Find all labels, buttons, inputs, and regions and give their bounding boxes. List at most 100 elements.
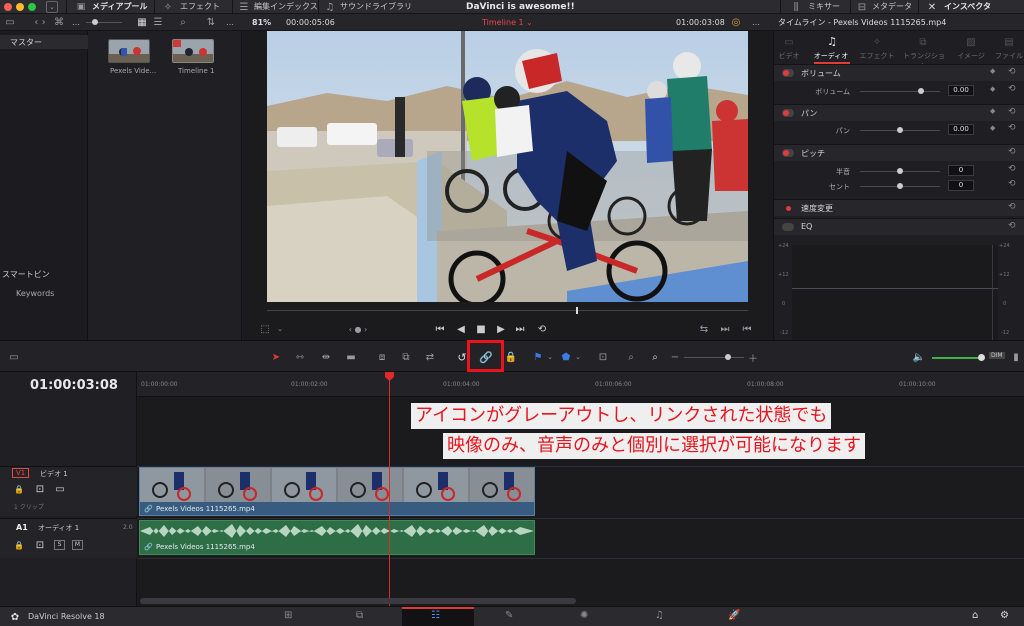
home-icon[interactable]: ⌂ [972, 610, 978, 621]
bin-list-icon[interactable]: ▭ [4, 17, 16, 28]
tab-video[interactable]: ビデオ [768, 51, 810, 61]
timeline-zoom-knob[interactable] [725, 354, 731, 360]
marker-icon[interactable]: ⬟ [560, 350, 572, 364]
next-edit-icon[interactable]: ⏮ [741, 323, 753, 335]
go-to-end-icon[interactable]: ⏭ [513, 323, 527, 335]
transition-tab-icon[interactable]: ⧉ [916, 37, 930, 48]
transform-chevron-icon[interactable]: ⌄ [275, 323, 285, 335]
video-lock-icon[interactable]: 🔒 [14, 484, 24, 494]
mixer-button[interactable]: ミキサー [808, 1, 840, 13]
eq-reset-icon[interactable]: ⟲ [1008, 221, 1016, 231]
link-icon[interactable]: ⌘ [54, 17, 64, 28]
marker-chevron-icon[interactable]: ⌄ [574, 350, 582, 364]
metadata-button[interactable]: メタデータ [872, 1, 912, 13]
color-wheel-icon[interactable]: ◎ [731, 17, 741, 28]
eq-toggle[interactable] [782, 223, 794, 231]
pan-value[interactable]: 0.00 [948, 124, 974, 135]
fusion-page-icon[interactable]: ✎ [505, 610, 513, 621]
zoom-full-icon[interactable]: ⊡ [594, 350, 612, 364]
video-track-id[interactable]: V1 [12, 468, 30, 478]
pitch-reset-icon[interactable]: ⟲ [1008, 147, 1016, 157]
pan-reset-icon[interactable]: ⟲ [1008, 107, 1016, 117]
loop-icon[interactable]: ⟲ [535, 323, 549, 335]
color-page-icon[interactable]: ✺ [580, 610, 588, 621]
dynamic-trim-icon[interactable]: ⇹ [318, 350, 334, 364]
master-volume-slider[interactable] [932, 357, 984, 359]
more-options-icon[interactable]: … [72, 17, 80, 28]
volume-toggle[interactable] [782, 69, 794, 77]
pan-section[interactable]: パン ◆ ⟲ [774, 104, 1024, 121]
pan-row-keyframe-icon[interactable]: ◆ [990, 124, 995, 132]
stop-icon[interactable]: ■ [475, 323, 487, 335]
effects-tab-icon[interactable]: ✧ [870, 37, 884, 48]
media-pool-icon[interactable]: ▣ [74, 1, 88, 13]
pan-keyframe-diamond-icon[interactable]: ◆ [990, 107, 995, 115]
pitch-section[interactable]: ピッチ ⟲ [774, 144, 1024, 161]
pan-slider-knob[interactable] [897, 127, 903, 133]
cent-reset-icon[interactable]: ⟲ [1008, 179, 1016, 189]
grid-view-icon[interactable]: ▦ [136, 17, 148, 28]
cut-page-icon[interactable]: ⧉ [356, 610, 363, 621]
blade-tool-icon[interactable]: ▬ [344, 350, 358, 364]
speed-change-section[interactable]: 速度変更 ⟲ [774, 199, 1024, 216]
master-bin-label[interactable]: マスター [10, 37, 42, 48]
semitone-value[interactable]: 0 [948, 165, 974, 176]
tab-audio[interactable]: オーディオ [810, 51, 852, 61]
overwrite-clip-icon[interactable]: ⧉ [398, 350, 414, 364]
video-enable-icon[interactable]: ▭ [54, 484, 66, 495]
timeline-ruler[interactable]: 01:00:00:00 01:00:02:00 01:00:04:00 01:0… [137, 372, 1024, 397]
timeline-scrollbar[interactable] [140, 598, 576, 604]
video-preview-frame[interactable] [267, 31, 748, 302]
trim-tool-icon[interactable]: ⇿ [292, 350, 308, 364]
image-tab-icon[interactable]: ▨ [964, 37, 978, 48]
video-tab-icon[interactable]: ▭ [782, 37, 796, 48]
semitone-slider-knob[interactable] [897, 168, 903, 174]
zoom-in-icon[interactable]: ＋ [748, 350, 758, 365]
video-auto-select-icon[interactable]: ⊡ [34, 484, 46, 495]
viewer-more-icon[interactable]: … [752, 17, 760, 28]
audio-clip[interactable]: 🔗 Pexels Videos 1115265.mp4 [139, 520, 535, 555]
edit-page-icon[interactable]: ☷ [431, 610, 440, 621]
position-lock-icon[interactable]: 🔒 [504, 350, 518, 364]
zoom-detail-icon[interactable]: ⌕ [622, 350, 640, 364]
tab-effects[interactable]: エフェクト [856, 51, 898, 61]
effects-button[interactable]: エフェクト [180, 1, 220, 13]
speaker-icon[interactable]: 🔈 [912, 350, 926, 364]
audio-auto-select-icon[interactable]: ⊡ [34, 540, 46, 551]
inspector-icon[interactable]: ✕ [926, 1, 938, 13]
metadata-icon[interactable]: ⊟ [856, 1, 868, 13]
video-track-name[interactable]: ビデオ 1 [40, 469, 68, 479]
fairlight-page-icon[interactable]: ♫ [655, 610, 664, 621]
clip-thumbnail-pexels[interactable] [108, 39, 150, 63]
scrubber-track[interactable] [267, 310, 748, 311]
flag-icon[interactable]: ⚑ [532, 350, 544, 364]
zoom-out-icon[interactable]: − [670, 350, 680, 364]
cent-slider-knob[interactable] [897, 183, 903, 189]
match-frame-icon[interactable]: ⇆ [697, 323, 711, 335]
keywords-bin[interactable]: Keywords [16, 289, 54, 298]
go-to-start-icon[interactable]: ⏮ [433, 323, 447, 335]
zoom-window-button[interactable] [28, 3, 36, 11]
volume-value[interactable]: 0.00 [948, 85, 974, 96]
timeline-selector[interactable]: Timeline 1 [482, 17, 524, 28]
close-window-button[interactable] [4, 3, 12, 11]
list-view-icon[interactable]: ☰ [152, 17, 164, 28]
scrubber-handle[interactable] [576, 307, 578, 314]
edit-index-button[interactable]: 編集インデックス [254, 1, 318, 13]
play-icon[interactable]: ▶ [495, 323, 507, 335]
volume-reset-icon[interactable]: ⟲ [1008, 67, 1016, 77]
play-reverse-icon[interactable]: ◀ [455, 323, 467, 335]
volume-slider[interactable] [860, 91, 940, 92]
file-tab-icon[interactable]: ▤ [1002, 37, 1016, 48]
volume-section[interactable]: ボリューム ◆ ⟲ [774, 64, 1024, 81]
eq-graph[interactable] [792, 245, 998, 340]
media-page-icon[interactable]: ⊞ [284, 610, 292, 621]
tab-image[interactable]: イメージ [950, 51, 992, 61]
timeline-layout-icon[interactable]: ▭ [6, 351, 22, 363]
audio-tab-icon[interactable]: ♫ [825, 35, 839, 48]
solo-button[interactable]: S [54, 540, 65, 550]
flag-chevron-icon[interactable]: ⌄ [546, 350, 554, 364]
settings-gear-icon[interactable]: ⚙ [1000, 610, 1009, 621]
audio-track-id[interactable]: A1 [16, 523, 28, 532]
pan-row-reset-icon[interactable]: ⟲ [1008, 123, 1016, 133]
